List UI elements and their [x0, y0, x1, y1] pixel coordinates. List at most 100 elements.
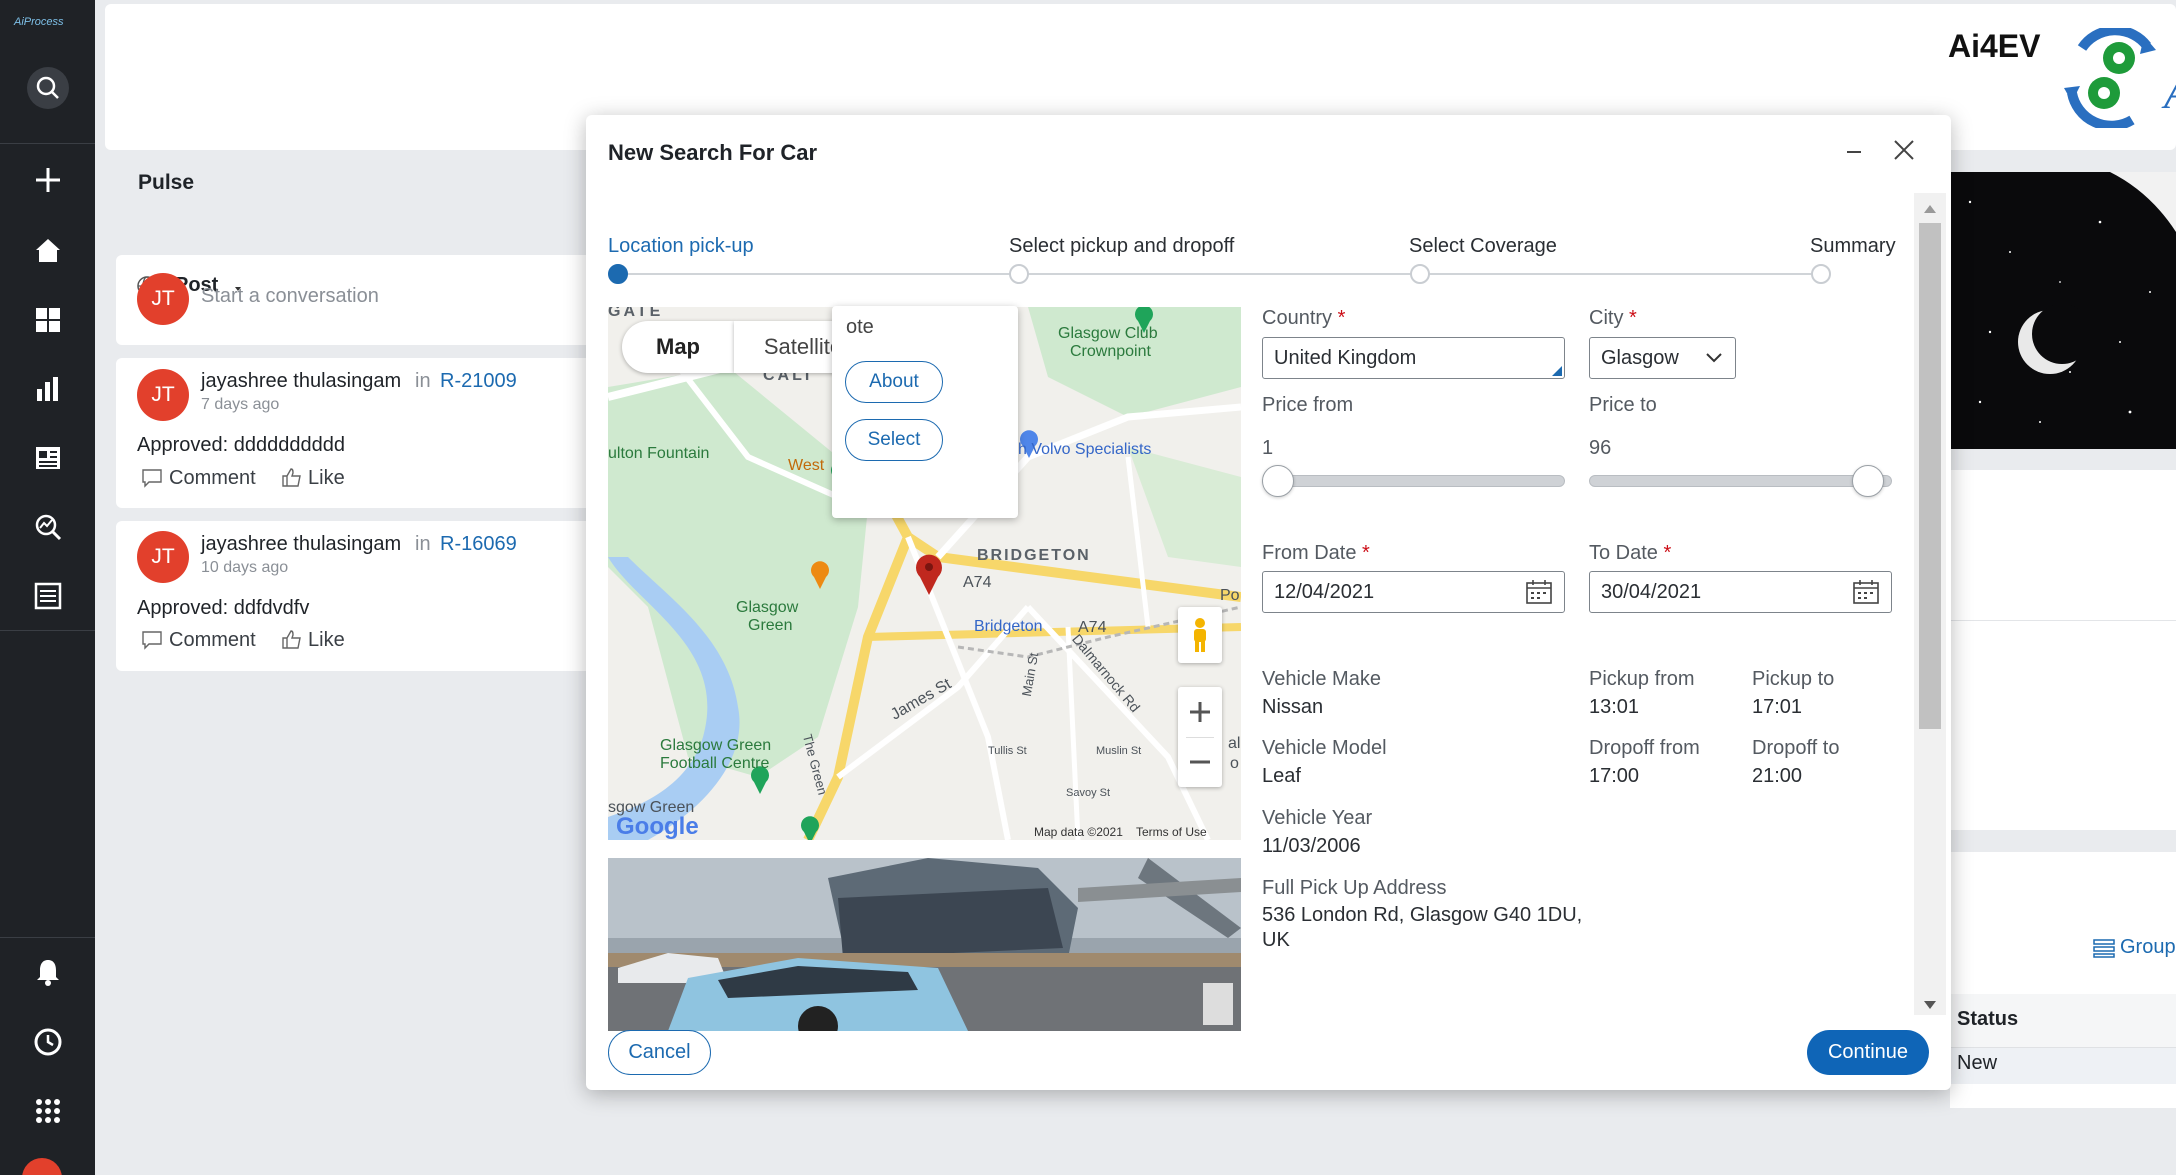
pulse-title: Pulse [138, 171, 195, 194]
scrollbar-thumb[interactable] [1919, 223, 1941, 729]
group-link[interactable]: Group [2120, 936, 2176, 959]
to-date-input[interactable]: 30/04/2021 [1589, 571, 1892, 613]
like-icon[interactable] [281, 467, 303, 492]
map-label: ulton Fountain [608, 445, 710, 462]
post-ref-link[interactable]: R-21009 [440, 370, 517, 393]
step-dot[interactable] [1410, 264, 1430, 284]
zoom-control [1178, 687, 1222, 787]
scroll-up-icon[interactable] [1923, 201, 1937, 219]
post-author[interactable]: jayashree thulasingam [201, 533, 401, 556]
country-input[interactable]: United Kingdom [1262, 337, 1565, 379]
map-label: Muslin St [1096, 745, 1142, 757]
post-in-label: in [415, 533, 431, 555]
step-location-pickup[interactable]: Location pick-up [608, 235, 754, 258]
price-to-label: Price to [1589, 394, 1657, 416]
plus-icon[interactable] [22, 154, 74, 206]
close-icon[interactable] [1887, 133, 1921, 167]
post-author[interactable]: jayashree thulasingam [201, 370, 401, 393]
vehicle-make-value: Nissan [1262, 696, 1324, 718]
comment-icon[interactable] [141, 468, 163, 493]
list-icon[interactable] [22, 570, 74, 622]
search-icon[interactable] [22, 62, 74, 114]
stepper-track [618, 273, 1824, 275]
report-icon[interactable] [22, 432, 74, 484]
pickup-from-value: 13:01 [1589, 696, 1640, 718]
like-button[interactable]: Like [308, 467, 345, 490]
about-button[interactable]: About [845, 361, 943, 403]
minimize-icon[interactable] [1839, 137, 1869, 167]
zoom-in-icon[interactable] [1178, 687, 1222, 737]
map-info-popup: ote About Select [832, 306, 1018, 518]
step-dot[interactable] [1811, 264, 1831, 284]
modal-scrollbar[interactable] [1914, 193, 1946, 1015]
map-label: Tullis St [988, 745, 1027, 757]
map-label: BRIDGETON [977, 547, 1091, 564]
step-dot[interactable] [608, 264, 628, 284]
right-panel [1950, 620, 2176, 830]
home-icon[interactable] [22, 224, 74, 276]
resize-handle-icon [1552, 366, 1562, 376]
price-from-slider-track[interactable] [1262, 475, 1565, 487]
conversation-input[interactable]: Start a conversation [201, 285, 379, 308]
comment-button[interactable]: Comment [169, 629, 256, 652]
price-from-slider-thumb[interactable] [1262, 465, 1294, 497]
dropoff-from-value: 17:00 [1589, 765, 1640, 787]
select-button[interactable]: Select [845, 419, 943, 461]
city-label: City * [1589, 307, 1637, 329]
map-view-tab[interactable]: Map [622, 321, 734, 373]
map-label: Football Centre [660, 755, 770, 772]
chart-icon[interactable] [22, 363, 74, 415]
price-to-value: 96 [1589, 437, 1612, 459]
price-to-slider-thumb[interactable] [1852, 465, 1884, 497]
price-to-slider-track[interactable] [1589, 475, 1892, 487]
city-select[interactable]: Glasgow [1589, 337, 1736, 379]
apps-icon[interactable] [22, 1085, 74, 1137]
comment-button[interactable]: Comment [169, 467, 256, 490]
step-pickup-dropoff[interactable]: Select pickup and dropoff [1009, 235, 1234, 258]
vehicle-model-label: Vehicle Model [1262, 737, 1387, 759]
google-logo: Google [616, 813, 699, 840]
rail-divider [0, 143, 95, 144]
dashboard-icon[interactable] [22, 294, 74, 346]
group-icon[interactable] [2093, 938, 2115, 963]
map-label: Bridgeton [974, 618, 1043, 635]
street-view-icon[interactable] [1178, 607, 1222, 663]
post-ref-link[interactable]: R-16069 [440, 533, 517, 556]
vehicle-year-value: 11/03/2006 [1262, 835, 1361, 857]
cancel-button[interactable]: Cancel [608, 1030, 711, 1075]
price-from-value: 1 [1262, 437, 1274, 459]
terms-link[interactable]: Terms of Use [1136, 825, 1207, 839]
map-label: Glasgow Green [660, 737, 772, 754]
dropoff-from-label: Dropoff from [1589, 737, 1700, 759]
map-label: Glasgow Club [1058, 325, 1158, 342]
like-button[interactable]: Like [308, 629, 345, 652]
map-attribution: Map data ©2021 [1034, 825, 1123, 839]
comment-icon[interactable] [141, 630, 163, 655]
like-icon[interactable] [281, 629, 303, 654]
step-dot[interactable] [1009, 264, 1029, 284]
continue-button[interactable]: Continue [1807, 1030, 1929, 1075]
zoom-out-icon[interactable] [1178, 737, 1222, 787]
popup-text: ote [846, 316, 874, 338]
rail-divider [0, 630, 95, 631]
map-label: o [1230, 755, 1239, 772]
vehicle-photo [608, 858, 1241, 1031]
map-label: Crownpoint [1070, 343, 1151, 360]
scroll-down-icon[interactable] [1923, 997, 1937, 1015]
bell-icon[interactable] [22, 946, 74, 998]
price-from-label: Price from [1262, 394, 1354, 416]
address-line1: 536 London Rd, Glasgow G40 1DU, [1262, 904, 1583, 926]
svg-text:A: A [2161, 67, 2176, 118]
history-icon[interactable] [22, 1016, 74, 1068]
modal-title: New Search For Car [608, 140, 818, 165]
map-label: GATE [608, 307, 664, 320]
step-summary[interactable]: Summary [1810, 235, 1896, 258]
step-coverage[interactable]: Select Coverage [1409, 235, 1557, 258]
avatar: JT [137, 369, 189, 421]
from-date-input[interactable]: 12/04/2021 [1262, 571, 1565, 613]
status-column-header[interactable]: Status [1957, 1008, 2018, 1031]
post-time: 7 days ago [201, 396, 280, 413]
analytics-icon[interactable] [22, 501, 74, 553]
post-in-label: in [415, 370, 431, 392]
user-avatar[interactable] [22, 1158, 62, 1175]
